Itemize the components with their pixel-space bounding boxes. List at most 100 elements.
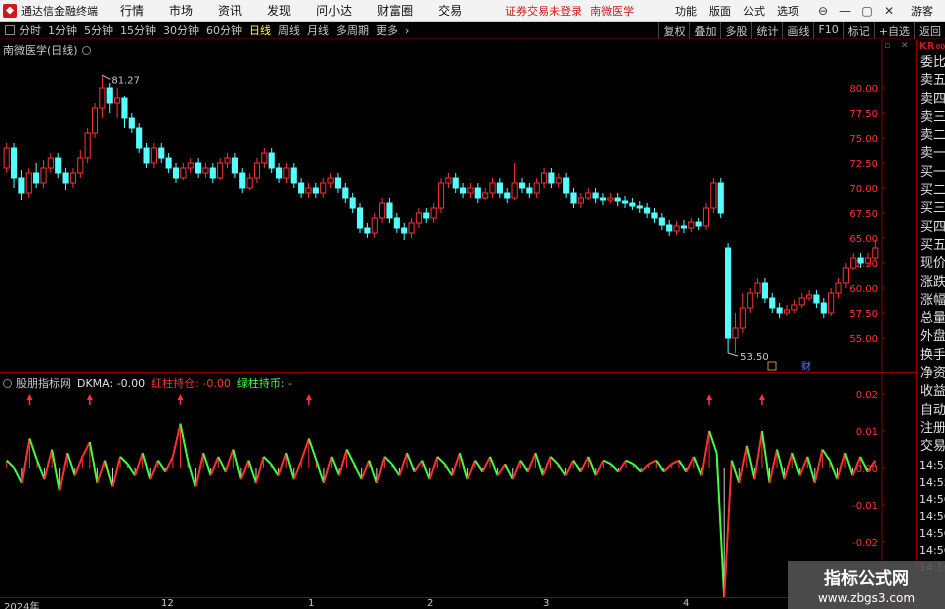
tick-time-2: 14:56: [919, 492, 945, 506]
dkma-segment: [648, 459, 657, 466]
menu-news[interactable]: 资讯: [218, 2, 242, 19]
adjust-button[interactable]: 复权: [658, 22, 689, 39]
dkma-segment: [534, 452, 544, 476]
indicator-panel[interactable]: 股朋指标网 DKMA: -0.00 红柱持仓: -0.00 绿柱持币: - 0.…: [0, 372, 916, 598]
chevron-right-icon[interactable]: ›: [405, 24, 409, 37]
high-label: 81.27: [111, 75, 140, 86]
candle: [710, 178, 717, 213]
menu-function[interactable]: 功能: [675, 3, 697, 19]
close-icon[interactable]: ✕: [879, 1, 899, 21]
period-multi[interactable]: 多周期: [336, 22, 369, 38]
candle: [150, 143, 157, 168]
dkma-segment: [693, 456, 703, 476]
dkma-segment: [526, 452, 537, 473]
period-timeshare[interactable]: 分时: [19, 22, 41, 38]
quote-field-21[interactable]: 交易: [917, 438, 945, 456]
trade-login-notice[interactable]: 证券交易未登录: [505, 3, 582, 19]
menu-quotes[interactable]: 行情: [120, 2, 144, 19]
candle: [283, 163, 290, 183]
candle: [695, 218, 702, 230]
period-5min[interactable]: 5分钟: [84, 22, 113, 38]
menu-options[interactable]: 选项: [777, 3, 799, 19]
dkma-segment: [13, 467, 23, 484]
quote-field-20[interactable]: 注册: [917, 420, 945, 438]
candle: [55, 153, 62, 178]
kline-legend: 南微医学(日线): [3, 42, 91, 58]
candle: [239, 168, 246, 193]
indicator-tick-label: 0.01: [856, 427, 878, 438]
dkma-segment: [383, 456, 393, 466]
dkma-segment: [678, 460, 688, 473]
candle: [172, 163, 180, 183]
candle: [585, 188, 592, 200]
dkma-segment: [103, 460, 114, 487]
maximize-icon[interactable]: ▢: [857, 1, 877, 21]
stats-button[interactable]: 统计: [751, 22, 782, 39]
guest-user[interactable]: 游客: [911, 3, 933, 19]
dkma-segment: [247, 460, 257, 484]
dkma-segment: [610, 463, 620, 473]
dkma-segment: [134, 452, 144, 476]
period-monthly[interactable]: 月线: [307, 22, 329, 38]
dkma-segment: [224, 449, 235, 473]
dkma-segment: [179, 423, 189, 461]
help-icon[interactable]: ⊖: [813, 1, 833, 21]
tick-time-0: 14:55: [919, 458, 945, 472]
candle: [540, 168, 548, 188]
quote-field-1: 卖五: [920, 73, 945, 89]
candle: [77, 150, 84, 178]
draw-line-button[interactable]: 画线: [782, 22, 813, 39]
period-30min[interactable]: 30分钟: [163, 22, 199, 38]
panel-close-icon[interactable]: ✕: [901, 42, 910, 51]
period-15min[interactable]: 15分钟: [120, 22, 156, 38]
settings-dot-icon[interactable]: [81, 45, 91, 55]
multi-stock-button[interactable]: 多股: [720, 22, 751, 39]
candle: [246, 173, 253, 190]
candle: [62, 168, 69, 190]
mark-button[interactable]: 标记: [842, 22, 874, 39]
candle: [629, 198, 636, 210]
zoom-icon[interactable]: ▫: [884, 42, 893, 51]
indicator-tick-label: -0.02: [852, 538, 878, 549]
collapse-icon[interactable]: [5, 25, 15, 35]
dkma-segment: [209, 456, 220, 476]
price-tick-label: 77.50: [849, 109, 878, 120]
watermark-url: www.zbgs3.com: [817, 591, 916, 605]
candle: [842, 263, 849, 288]
menu-discover[interactable]: 发现: [267, 2, 291, 19]
period-60min[interactable]: 60分钟: [206, 22, 242, 38]
price-tick-label: 72.50: [849, 159, 878, 170]
candle: [761, 278, 768, 303]
overlay-button[interactable]: 叠加: [689, 22, 720, 39]
dkma-segment: [262, 456, 272, 466]
indicator-settings-icon[interactable]: [3, 378, 12, 388]
kline-panel[interactable]: 南微医学(日线) ▫ ✕ 80.00 77.50 75.00 72.50 70.00 67…: [0, 40, 916, 372]
menu-market[interactable]: 市场: [169, 2, 193, 19]
menu-wealth[interactable]: 财富圈: [377, 2, 413, 19]
menu-trade[interactable]: 交易: [438, 2, 462, 19]
dkma-segment: [292, 460, 303, 480]
back-button[interactable]: 返回: [914, 22, 945, 39]
candle: [415, 208, 422, 228]
candle: [474, 183, 481, 203]
period-1min[interactable]: 1分钟: [48, 22, 77, 38]
quote-field-7: 买二: [920, 183, 945, 199]
period-weekly[interactable]: 周线: [278, 22, 300, 38]
dkma-segment: [126, 463, 136, 476]
quote-field-19[interactable]: 自动: [917, 402, 945, 420]
minimize-icon[interactable]: —: [835, 1, 855, 21]
menu-formula[interactable]: 公式: [743, 3, 765, 19]
candle: [128, 113, 135, 133]
period-more[interactable]: 更多: [376, 22, 398, 38]
menu-layout[interactable]: 版面: [709, 3, 731, 19]
menu-ask[interactable]: 问小达: [316, 2, 352, 19]
f10-button[interactable]: F10: [813, 22, 842, 39]
quote-field-5: 卖一: [920, 146, 945, 162]
menu-bar: 通达信金融终端 行情 市场 资讯 发现 问小达 财富圈 交易 证券交易未登录 南…: [0, 0, 945, 22]
candle: [320, 178, 327, 198]
tick-time-5: 14:56: [919, 543, 945, 557]
add-watchlist-button[interactable]: +自选: [873, 22, 914, 39]
period-daily[interactable]: 日线: [249, 22, 271, 38]
candle: [121, 96, 128, 128]
candle: [732, 313, 739, 353]
